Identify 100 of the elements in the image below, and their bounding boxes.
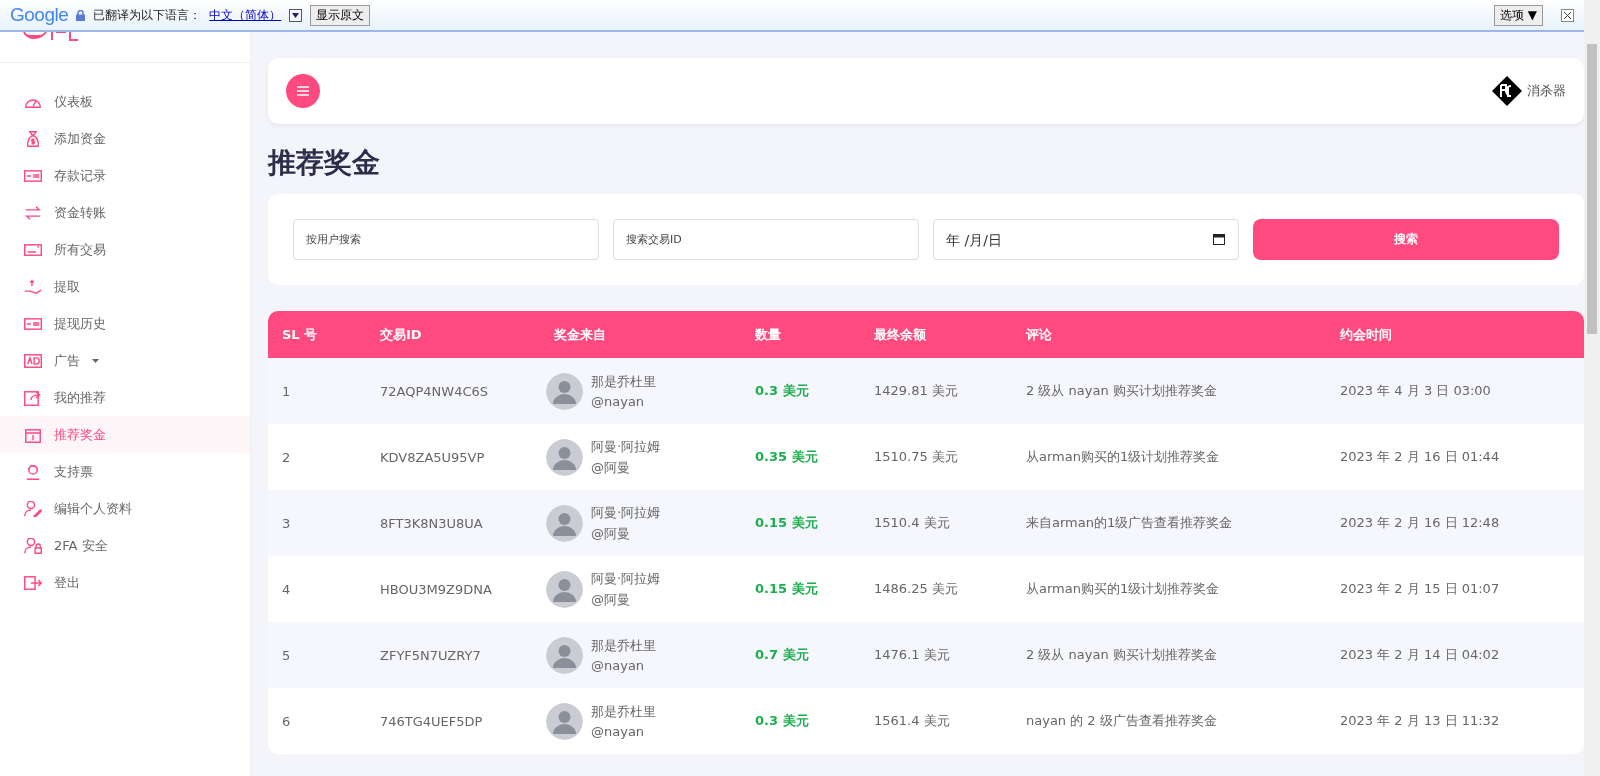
table-cell-text: 来自arman的1级广告查看推荐奖金 <box>1025 514 1234 532</box>
caret-icon <box>92 358 99 363</box>
menu-item-icon <box>24 241 42 258</box>
table-cell-text: 2 级从 nayan 购买计划推荐奖金 <box>1025 646 1218 664</box>
table-cell-text: HBOU3M9Z9DNA <box>379 581 493 597</box>
sidebar-item[interactable]: 提取 <box>0 268 250 305</box>
user-search-field[interactable]: 按用户搜索 <box>293 219 599 260</box>
close-icon[interactable] <box>1561 8 1574 22</box>
avatar-icon <box>546 504 583 542</box>
sidebar-item[interactable]: 编辑个人资料 <box>0 490 250 527</box>
table-cell-text: 1561.4 美元 <box>873 712 951 730</box>
amount: 0.15 美元 <box>754 514 819 532</box>
column-header: 最终余额 <box>873 325 927 344</box>
translated-label: 已翻译为以下语言： <box>93 6 202 24</box>
dropdown-icon[interactable] <box>289 8 303 22</box>
language-link[interactable]: 中文（简体） <box>209 6 282 24</box>
table-cell-text: 2023 年 2 月 14 日 04:02 <box>1339 646 1501 664</box>
table-cell-text: ZFYF5N7UZRY7 <box>379 647 482 663</box>
search-button[interactable]: 搜索 <box>1253 219 1559 260</box>
user-handle: @阿曼 <box>591 590 631 609</box>
sidebar-item[interactable]: 广告 <box>0 342 250 379</box>
table-cell-text: 2023 年 2 月 16 日 01:44 <box>1339 448 1501 466</box>
lock-icon <box>76 9 86 21</box>
user-handle: @阿曼 <box>591 524 631 543</box>
user-name: 那是乔杜里 <box>591 637 656 655</box>
user-name: 那是乔杜里 <box>591 373 656 391</box>
options-button[interactable]: 选项 ▼ <box>1493 4 1543 26</box>
table-cell-text: 1510.75 美元 <box>873 448 959 466</box>
amount: 0.35 美元 <box>754 448 819 466</box>
trx-search-field[interactable]: 搜索交易ID <box>613 219 919 260</box>
menu-item-icon <box>24 352 42 369</box>
table-cell-text: 72AQP4NW4C6S <box>379 383 489 399</box>
date-field[interactable]: 年 /月/日 <box>933 219 1239 260</box>
avatar-icon <box>546 702 583 740</box>
amount: 0.15 美元 <box>754 580 819 598</box>
user-handle: @nayan <box>591 658 646 673</box>
table-cell-text: 1486.25 美元 <box>873 580 959 598</box>
user-name[interactable]: 消杀器 <box>1527 82 1566 100</box>
table-cell-text: 从arman购买的1级计划推荐奖金 <box>1025 448 1221 466</box>
user-name: 阿曼·阿拉姆 <box>591 503 661 522</box>
user-handle: @nayan <box>591 724 646 739</box>
sidebar-item[interactable]: 2FA 安全 <box>0 527 250 564</box>
scrollbar[interactable] <box>1584 0 1600 776</box>
sidebar-item[interactable]: 添加资金 <box>0 120 250 157</box>
user-name: 那是乔杜里 <box>591 703 656 721</box>
user-logo-icon <box>1491 75 1523 107</box>
amount: 0.7 美元 <box>754 646 810 664</box>
user-handle: @nayan <box>591 394 646 409</box>
column-header: 评论 <box>1025 325 1053 344</box>
table-cell-text: 2023 年 2 月 16 日 12:48 <box>1339 514 1501 532</box>
avatar-icon <box>546 636 583 674</box>
table-cell-text: 2 级从 nayan 购买计划推荐奖金 <box>1025 382 1218 400</box>
table-cell-text: 2023 年 2 月 15 日 01:07 <box>1339 580 1501 598</box>
table-cell-text: 1510.4 美元 <box>873 514 951 532</box>
user-name: 阿曼·阿拉姆 <box>591 569 661 588</box>
menu-item-icon <box>24 204 42 221</box>
table-cell-text: 1476.1 美元 <box>873 646 951 664</box>
amount: 0.3 美元 <box>754 712 810 730</box>
table-cell-text: 2 <box>281 449 292 465</box>
calendar-icon[interactable] <box>1213 233 1225 245</box>
table-cell-text: 746TG4UEF5DP <box>379 713 484 729</box>
menu-item-icon <box>24 315 42 332</box>
menu-icon <box>297 86 309 96</box>
column-header: 交易ID <box>379 325 423 344</box>
table-cell-text: 从arman购买的1级计划推荐奖金 <box>1025 580 1221 598</box>
column-header: 奖金来自 <box>553 325 607 344</box>
table-cell-text: KDV8ZA5U95VP <box>379 449 486 465</box>
column-header: 数量 <box>754 325 782 344</box>
menu-item-icon <box>24 278 42 295</box>
avatar-icon <box>546 438 583 476</box>
table-cell-text: nayan 的 2 级广告查看推荐奖金 <box>1025 712 1218 730</box>
column-header: SL 号 <box>281 325 319 344</box>
menu-button[interactable] <box>286 74 320 108</box>
google-logo: Google <box>10 4 69 26</box>
page-title: 推荐奖金 <box>268 145 381 181</box>
menu-item-icon <box>24 500 42 517</box>
menu-item-icon <box>24 426 42 443</box>
menu-item-icon <box>24 130 42 147</box>
table-cell-text: 5 <box>281 647 292 663</box>
sidebar-item[interactable]: 登出 <box>0 564 250 601</box>
sidebar-item[interactable]: 提现历史 <box>0 305 250 342</box>
sidebar-item[interactable]: 所有交易 <box>0 231 250 268</box>
table-cell-text: 2023 年 2 月 13 日 11:32 <box>1339 712 1501 730</box>
sidebar-item[interactable]: 存款记录 <box>0 157 250 194</box>
sidebar-item[interactable]: 仪表板 <box>0 83 250 120</box>
user-name: 阿曼·阿拉姆 <box>591 437 661 456</box>
show-original-button[interactable]: 显示原文 <box>310 4 371 26</box>
sidebar-item[interactable]: 资金转账 <box>0 194 250 231</box>
sidebar-item[interactable]: 我的推荐 <box>0 379 250 416</box>
table-cell-text: 2023 年 4 月 3 日 03:00 <box>1339 382 1492 400</box>
menu-item-icon <box>24 537 42 554</box>
menu-item-icon <box>24 167 42 184</box>
menu-item-icon <box>24 389 42 406</box>
avatar-icon <box>546 372 583 410</box>
menu-item-icon <box>24 463 42 480</box>
avatar-icon <box>546 570 583 608</box>
menu-item-icon <box>24 574 42 591</box>
sidebar-item[interactable]: 支持票 <box>0 453 250 490</box>
column-header: 约会时间 <box>1339 325 1393 344</box>
table-cell-text: 3 <box>281 515 292 531</box>
